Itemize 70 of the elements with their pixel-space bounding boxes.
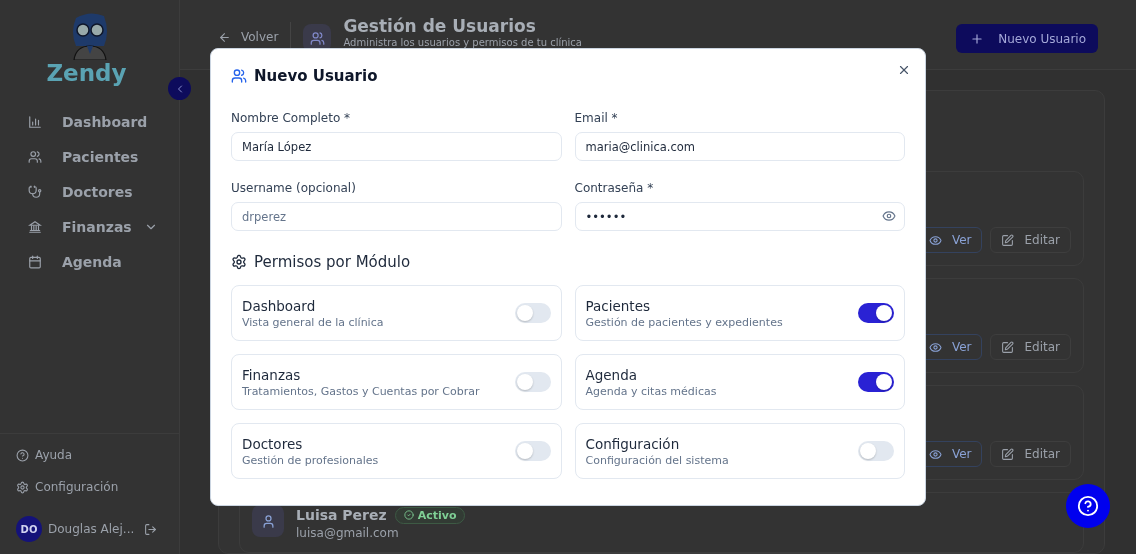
logout-icon[interactable] xyxy=(144,522,157,536)
toggle-switch[interactable] xyxy=(858,441,894,461)
module-description: Configuración del sistema xyxy=(585,453,730,467)
edit-button[interactable]: Editar xyxy=(990,334,1071,360)
field-label: Nombre Completo * xyxy=(231,111,352,125)
module-description: Gestión de profesionales xyxy=(242,453,380,467)
edit-button[interactable]: Editar xyxy=(990,227,1071,253)
page-subtitle: Administra los usuarios y permisos de tu clínica xyxy=(343,37,583,49)
user-icon xyxy=(252,505,284,537)
nav-item[interactable]: Agenda xyxy=(28,250,156,274)
footer-link[interactable]: Configuración xyxy=(16,480,119,494)
input-field[interactable]: maria@clinica.com xyxy=(574,132,905,161)
status-badge: Activo xyxy=(394,506,466,524)
nav-item[interactable]: Finanzas xyxy=(28,215,158,239)
module-name: Doctores xyxy=(242,435,304,452)
page-title: Gestión de Usuarios xyxy=(343,16,537,37)
input-field[interactable]: •••••• xyxy=(574,202,905,231)
plus-icon xyxy=(970,31,985,46)
users-icon xyxy=(231,68,247,84)
nav-item[interactable]: Doctores xyxy=(28,180,156,204)
eye-icon xyxy=(928,447,942,461)
module-name: Pacientes xyxy=(585,297,651,314)
module-description: Agenda y citas médicas xyxy=(585,384,718,398)
pencil-icon xyxy=(1001,340,1015,354)
toggle-switch[interactable] xyxy=(514,303,551,323)
settings-icon xyxy=(16,480,29,494)
toggle-switch[interactable] xyxy=(514,441,551,461)
module-name: Configuración xyxy=(585,435,681,452)
help-icon xyxy=(1077,495,1099,517)
arrow-left-icon xyxy=(218,30,231,44)
module-name: Agenda xyxy=(585,366,638,383)
footer-link[interactable]: Ayuda xyxy=(16,448,73,462)
section-title: Permisos por Módulo xyxy=(254,253,411,271)
eye-icon xyxy=(928,340,942,354)
field-label: Contraseña * xyxy=(574,181,655,195)
input-field[interactable]: María López xyxy=(231,132,562,161)
user-avatar: DO xyxy=(16,516,42,542)
user-name: Luisa Perez xyxy=(296,507,387,523)
toggle-switch[interactable] xyxy=(858,303,894,323)
close-icon xyxy=(897,63,911,77)
dialog-title: Nuevo Usuario xyxy=(254,67,378,85)
module-description: Vista general de la clínica xyxy=(242,315,385,329)
input-field[interactable]: drperez xyxy=(231,202,562,231)
settings-icon xyxy=(231,254,247,270)
eye-icon xyxy=(928,233,942,247)
calendar-icon xyxy=(28,255,42,269)
nav-item[interactable]: Pacientes xyxy=(28,145,156,169)
stethoscope-icon xyxy=(28,185,42,199)
toggle-switch[interactable] xyxy=(858,372,894,392)
module-name: Finanzas xyxy=(242,366,302,383)
users-icon xyxy=(28,150,42,164)
pencil-icon xyxy=(1001,447,1015,461)
module-description: Gestión de pacientes y expedientes xyxy=(585,315,784,329)
bar-chart-icon xyxy=(28,115,42,129)
bank-icon xyxy=(28,220,42,234)
module-description: Tratamientos, Gastos y Cuentas por Cobrar xyxy=(242,384,481,398)
field-label: Username (opcional) xyxy=(231,181,357,195)
user-name: Douglas Alej... xyxy=(48,522,136,536)
nav-item[interactable]: Dashboard xyxy=(28,110,156,134)
new-user-button[interactable]: Nuevo Usuario xyxy=(956,24,1098,53)
module-name: Dashboard xyxy=(242,297,317,314)
toggle-switch[interactable] xyxy=(514,372,551,392)
field-label: Email * xyxy=(574,111,619,125)
show-password-icon[interactable] xyxy=(882,209,896,223)
pencil-icon xyxy=(1001,233,1015,247)
collapse-button[interactable] xyxy=(168,77,191,100)
help-icon xyxy=(16,448,29,462)
brand-name: Zendy xyxy=(46,60,127,86)
user-email: luisa@gmail.com xyxy=(296,526,400,540)
edit-button[interactable]: Editar xyxy=(990,441,1071,467)
